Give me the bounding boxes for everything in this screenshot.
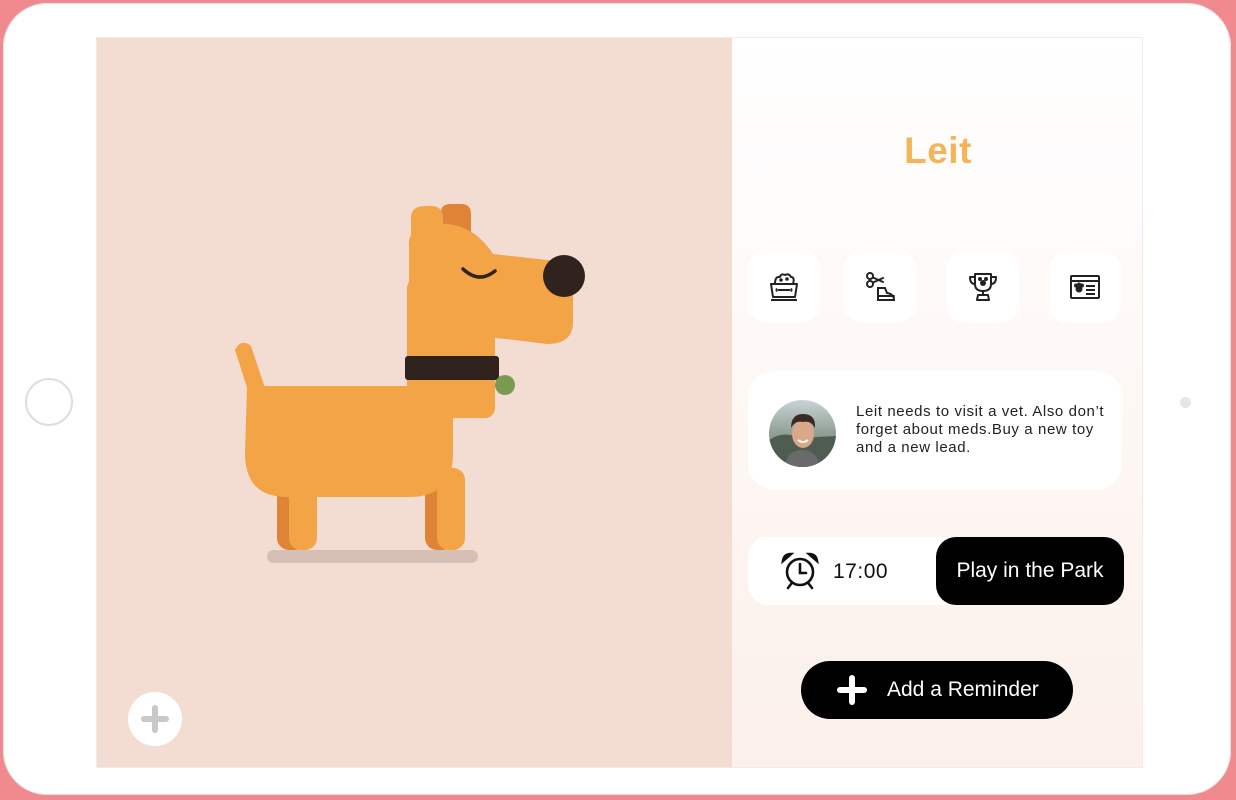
pet-illustration-panel: [97, 38, 732, 767]
add-reminder-label: Add a Reminder: [887, 678, 1039, 701]
alarm-clock-icon: [781, 552, 819, 590]
category-awards-button[interactable]: [947, 251, 1019, 323]
dog-illustration: [235, 204, 585, 563]
reminder-time: 17:00: [833, 560, 889, 583]
app-screen: Leit Leit needs to visit a vet. Also don…: [96, 37, 1143, 768]
note-card[interactable]: Leit needs to visit a vet. Also don’t fo…: [748, 371, 1122, 490]
owner-avatar: [769, 400, 836, 467]
note-text: Leit needs to visit a vet. Also don’t fo…: [856, 403, 1105, 456]
pet-name-title: Leit: [904, 130, 972, 171]
add-reminder-button[interactable]: Add a Reminder: [801, 661, 1073, 719]
food-bowl-icon: [770, 273, 798, 301]
tablet-frame: Leit Leit needs to visit a vet. Also don…: [3, 3, 1231, 795]
add-pet-button[interactable]: [128, 692, 182, 746]
category-id-button[interactable]: [1049, 251, 1121, 323]
plus-icon: [835, 673, 869, 707]
category-food-button[interactable]: [748, 251, 820, 323]
reminder-activity-button[interactable]: Play in the Park: [936, 537, 1124, 605]
pet-details-panel: Leit Leit needs to visit a vet. Also don…: [732, 38, 1142, 767]
plus-icon: [141, 705, 169, 733]
category-grooming-button[interactable]: [844, 251, 916, 323]
grooming-icon: [866, 272, 896, 301]
trophy-icon: [969, 273, 997, 301]
pet-id-card-icon: [1070, 275, 1100, 299]
home-button[interactable]: [25, 378, 73, 426]
reminder-item[interactable]: 17:00 Play in the Park: [748, 537, 1124, 605]
camera-dot: [1180, 397, 1191, 408]
